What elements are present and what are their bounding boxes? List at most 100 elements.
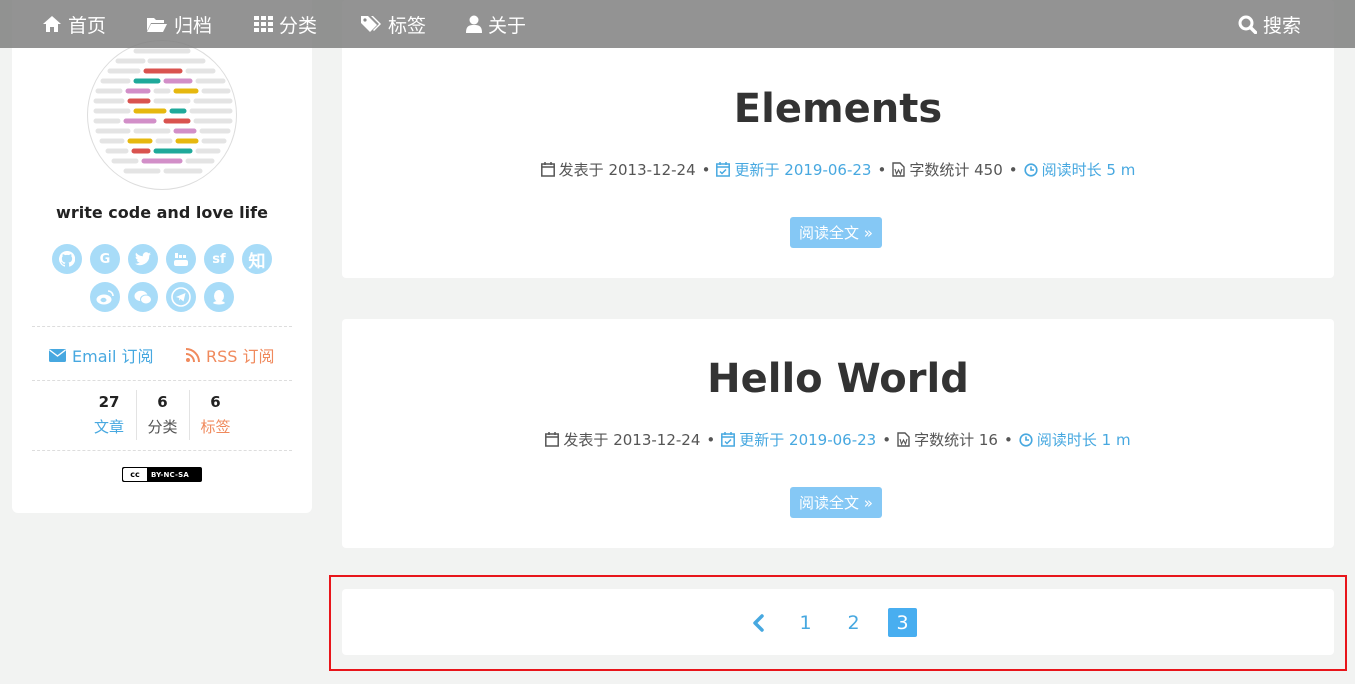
cc-license-badge[interactable]: cc BY-NC-SA	[122, 467, 202, 482]
calendar-check-icon	[721, 432, 736, 447]
nav-tags[interactable]: 标签	[360, 0, 426, 48]
grid-icon	[254, 16, 273, 32]
page-1-link[interactable]: 1	[791, 608, 820, 637]
clock-icon	[1024, 162, 1038, 177]
search-icon	[1238, 15, 1257, 34]
rss-subscribe-label: RSS 订阅	[206, 347, 275, 366]
nav-about[interactable]: 关于	[466, 0, 526, 48]
word-count-value: 16	[978, 430, 998, 449]
prev-page-button[interactable]	[743, 608, 772, 637]
meta-separator: •	[1008, 160, 1018, 179]
email-subscribe-label: Email 订阅	[72, 347, 154, 366]
updated-date: 更新于 2019-06-23	[721, 429, 876, 450]
social-links-row-1: G sf 知	[12, 244, 312, 274]
nav-archive-label: 归档	[174, 14, 213, 37]
folder-open-icon	[147, 17, 167, 32]
updated-value: 2019-06-23	[784, 160, 872, 179]
nav-archive[interactable]: 归档	[146, 0, 212, 48]
qq-icon[interactable]	[204, 282, 234, 312]
stat-categories-count: 6	[157, 393, 168, 411]
word-file-icon	[892, 162, 906, 177]
post-meta: 发表于 2013-12-24 • 更新于 2019-06-23 • 字数统计 4…	[342, 159, 1334, 180]
posted-label: 发表于	[558, 161, 604, 179]
telegram-icon[interactable]	[166, 282, 196, 312]
meta-separator: •	[706, 430, 716, 449]
posted-label: 发表于	[563, 431, 609, 449]
site-stats: 27 文章 6 分类 6 标签	[12, 390, 312, 440]
meta-separator: •	[882, 430, 892, 449]
posted-value: 2013-12-24	[608, 160, 696, 179]
user-icon	[466, 15, 482, 33]
segmentfault-glyph: sf	[212, 251, 226, 267]
post-meta: 发表于 2013-12-24 • 更新于 2019-06-23 • 字数统计 1…	[342, 429, 1334, 450]
nav-home[interactable]: 首页	[42, 0, 106, 48]
word-count-value: 450	[974, 160, 1003, 179]
updated-value: 2019-06-23	[789, 430, 877, 449]
google-icon[interactable]: G	[90, 244, 120, 274]
sidebar: write code and love life G sf 知 Email 订阅…	[12, 0, 312, 513]
email-subscribe-link[interactable]: Email 订阅	[49, 343, 153, 367]
read-more-button[interactable]: 阅读全文 »	[790, 217, 882, 248]
current-page: 3	[888, 608, 917, 637]
zhihu-glyph: 知	[248, 251, 266, 272]
top-navbar: 首页 归档 分类 标签 关于 搜索	[0, 0, 1355, 48]
stat-categories[interactable]: 6 分类	[135, 390, 189, 440]
avatar	[87, 40, 237, 190]
tags-icon	[361, 16, 381, 32]
twitter-icon[interactable]	[128, 244, 158, 274]
post-title[interactable]: Elements	[342, 86, 1334, 132]
rss-subscribe-link[interactable]: RSS 订阅	[186, 343, 275, 367]
post-title[interactable]: Hello World	[342, 356, 1334, 402]
word-count: 字数统计 450	[892, 159, 1003, 180]
calendar-icon	[545, 432, 560, 447]
stat-posts-count: 27	[98, 393, 120, 411]
posted-date: 发表于 2013-12-24	[545, 429, 700, 450]
updated-label: 更新于	[739, 431, 785, 449]
reading-time-label: 阅读时长	[1041, 161, 1102, 179]
nav-categories[interactable]: 分类	[254, 0, 317, 48]
social-links-row-2	[12, 282, 312, 312]
zhihu-icon[interactable]: 知	[242, 244, 272, 274]
page-2-link[interactable]: 2	[839, 608, 868, 637]
stat-tags-count: 6	[210, 393, 221, 411]
home-icon	[43, 16, 61, 32]
stat-tags-label: 标签	[200, 418, 231, 436]
word-file-icon	[897, 432, 910, 447]
updated-label: 更新于	[734, 161, 780, 179]
reading-time-value: 1 m	[1101, 430, 1131, 449]
stat-tags[interactable]: 6 标签	[188, 390, 242, 440]
nav-home-label: 首页	[68, 14, 107, 37]
nav-about-label: 关于	[488, 14, 527, 37]
clock-icon	[1019, 432, 1033, 447]
reading-time-label: 阅读时长	[1036, 431, 1097, 449]
nav-categories-label: 分类	[279, 14, 318, 37]
nav-search[interactable]: 搜索	[1238, 0, 1301, 48]
nav-tags-label: 标签	[388, 14, 427, 37]
stat-categories-label: 分类	[147, 418, 178, 436]
sidebar-divider	[32, 450, 292, 451]
github-icon[interactable]	[52, 244, 82, 274]
cc-license-text: BY-NC-SA	[151, 470, 190, 479]
word-count-label: 字数统计	[909, 161, 970, 179]
segmentfault-icon[interactable]: sf	[204, 244, 234, 274]
reading-time-value: 5 m	[1106, 160, 1136, 179]
stat-posts-label: 文章	[93, 418, 124, 436]
sidebar-divider	[32, 380, 292, 381]
word-count-label: 字数统计	[914, 431, 975, 449]
calendar-icon	[540, 162, 555, 177]
meta-separator: •	[701, 160, 711, 179]
word-count: 字数统计 16	[897, 429, 998, 450]
weibo-icon[interactable]	[90, 282, 120, 312]
youtube-icon[interactable]	[166, 244, 196, 274]
read-more-button[interactable]: 阅读全文 »	[790, 487, 882, 518]
posted-value: 2013-12-24	[613, 430, 701, 449]
wechat-icon[interactable]	[128, 282, 158, 312]
pagination: 1 2 3	[342, 589, 1334, 655]
stat-posts[interactable]: 27 文章	[83, 390, 136, 440]
avatar-code-image	[93, 48, 233, 174]
updated-date: 更新于 2019-06-23	[716, 159, 871, 180]
google-glyph: G	[99, 251, 111, 267]
meta-separator: •	[1003, 430, 1013, 449]
rss-icon	[186, 348, 200, 362]
reading-time: 阅读时长 1 m	[1019, 429, 1131, 450]
